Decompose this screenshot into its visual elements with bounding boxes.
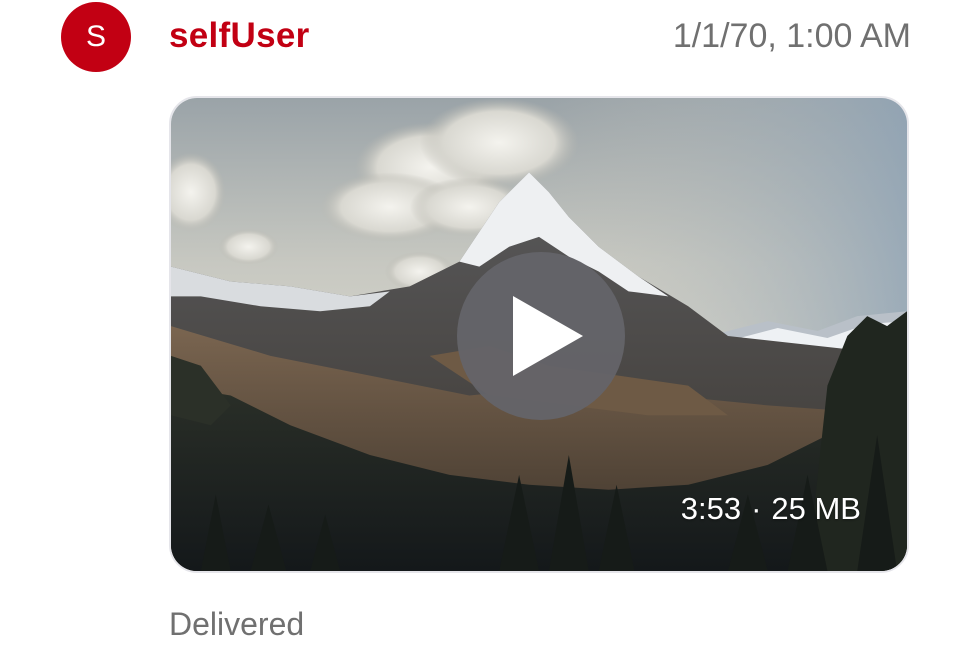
delivery-status: Delivered — [169, 606, 305, 642]
video-duration: 3:53 — [680, 491, 742, 526]
avatar[interactable]: S — [61, 2, 131, 72]
video-file-size: 25 MB — [771, 491, 861, 526]
avatar-initial: S — [85, 20, 106, 53]
sender-name[interactable]: selfUser — [169, 15, 310, 57]
play-icon — [513, 296, 583, 376]
video-info-separator: · — [751, 491, 762, 526]
video-info: 3:53 · 25 MB — [681, 491, 861, 527]
video-asset[interactable]: 3:53 · 25 MB — [169, 96, 909, 573]
message-item: S selfUser 1/1/70, 1:00 AM 3:53 · 25 MB … — [0, 0, 960, 666]
message-timestamp: 1/1/70, 1:00 AM — [672, 17, 911, 55]
play-button[interactable] — [457, 252, 625, 420]
